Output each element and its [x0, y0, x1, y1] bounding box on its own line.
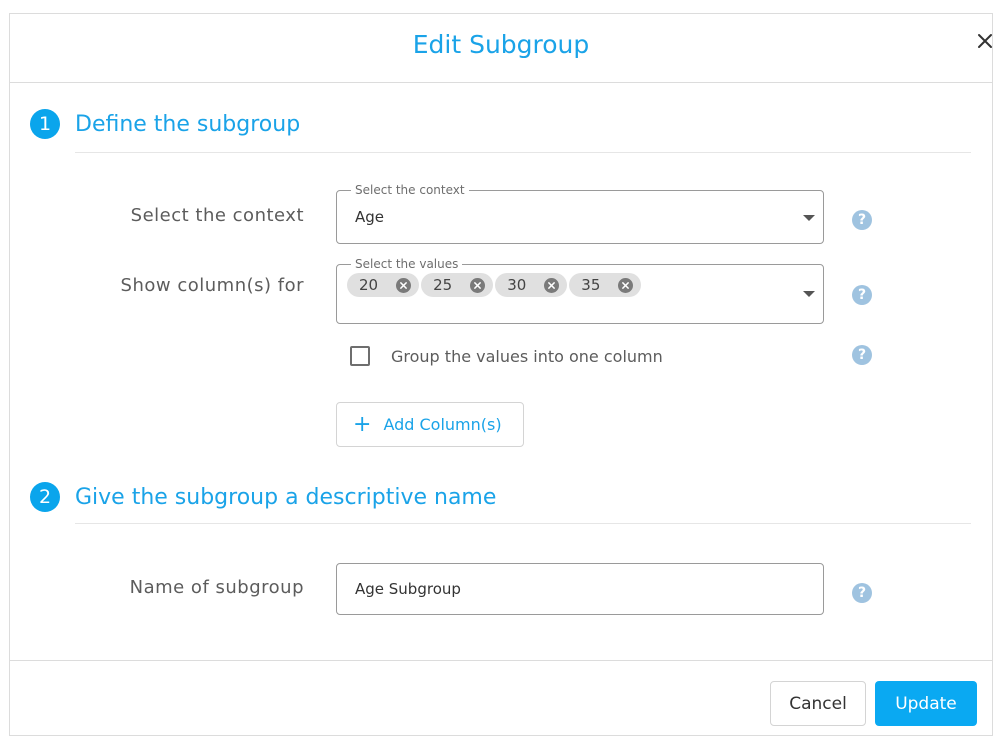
- subgroup-name-value: Age Subgroup: [355, 580, 461, 598]
- step-2-title: Give the subgroup a descriptive name: [75, 484, 497, 510]
- chip-remove-icon[interactable]: [544, 277, 560, 293]
- value-chips: 20 25 30 35: [347, 273, 642, 297]
- value-chip: 20: [347, 273, 420, 297]
- value-chip: 30: [495, 273, 568, 297]
- close-icon: [978, 34, 992, 48]
- dialog-title: Edit Subgroup: [412, 30, 590, 59]
- chip-remove-icon[interactable]: [618, 277, 634, 293]
- step-2-heading: 2 Give the subgroup a descriptive name: [30, 482, 496, 512]
- close-button[interactable]: [973, 29, 997, 53]
- plus-icon: +: [353, 411, 372, 437]
- group-values-checkbox[interactable]: [350, 346, 370, 366]
- subgroup-name-input[interactable]: Age Subgroup: [336, 563, 824, 615]
- edit-subgroup-dialog: Edit Subgroup 1 Define the subgroup Sele…: [9, 13, 993, 736]
- help-icon[interactable]: ?: [852, 210, 872, 230]
- step-2-number: 2: [30, 482, 60, 512]
- step-1-title: Define the subgroup: [75, 111, 301, 137]
- help-icon[interactable]: ?: [852, 583, 872, 603]
- context-value: Age: [355, 208, 385, 226]
- add-columns-button[interactable]: + Add Column(s): [336, 402, 524, 447]
- help-icon[interactable]: ?: [852, 345, 872, 365]
- value-chip: 25: [421, 273, 494, 297]
- dialog-header: Edit Subgroup: [10, 14, 992, 83]
- context-label: Select the context: [130, 205, 304, 226]
- columns-label: Show column(s) for: [120, 275, 304, 296]
- add-columns-label: Add Column(s): [383, 415, 502, 434]
- chevron-down-icon: [803, 215, 815, 221]
- values-legend: Select the values: [351, 257, 463, 271]
- step-1-heading: 1 Define the subgroup: [30, 109, 300, 139]
- footer-divider: [10, 660, 992, 661]
- chip-remove-icon[interactable]: [396, 277, 412, 293]
- help-icon[interactable]: ?: [852, 285, 872, 305]
- value-chip: 35: [569, 273, 642, 297]
- chevron-down-icon: [803, 291, 815, 297]
- chip-remove-icon[interactable]: [470, 277, 486, 293]
- context-legend: Select the context: [351, 183, 469, 197]
- update-button[interactable]: Update: [875, 681, 977, 726]
- context-select[interactable]: Select the context Age: [336, 183, 824, 244]
- subgroup-name-label: Name of subgroup: [129, 577, 304, 598]
- cancel-button[interactable]: Cancel: [770, 681, 866, 726]
- step-2-divider: [75, 523, 971, 524]
- step-1-number: 1: [30, 109, 60, 139]
- step-1-divider: [75, 152, 971, 153]
- group-values-label: Group the values into one column: [391, 347, 663, 366]
- values-multiselect[interactable]: Select the values 20 25 30 35: [336, 257, 824, 324]
